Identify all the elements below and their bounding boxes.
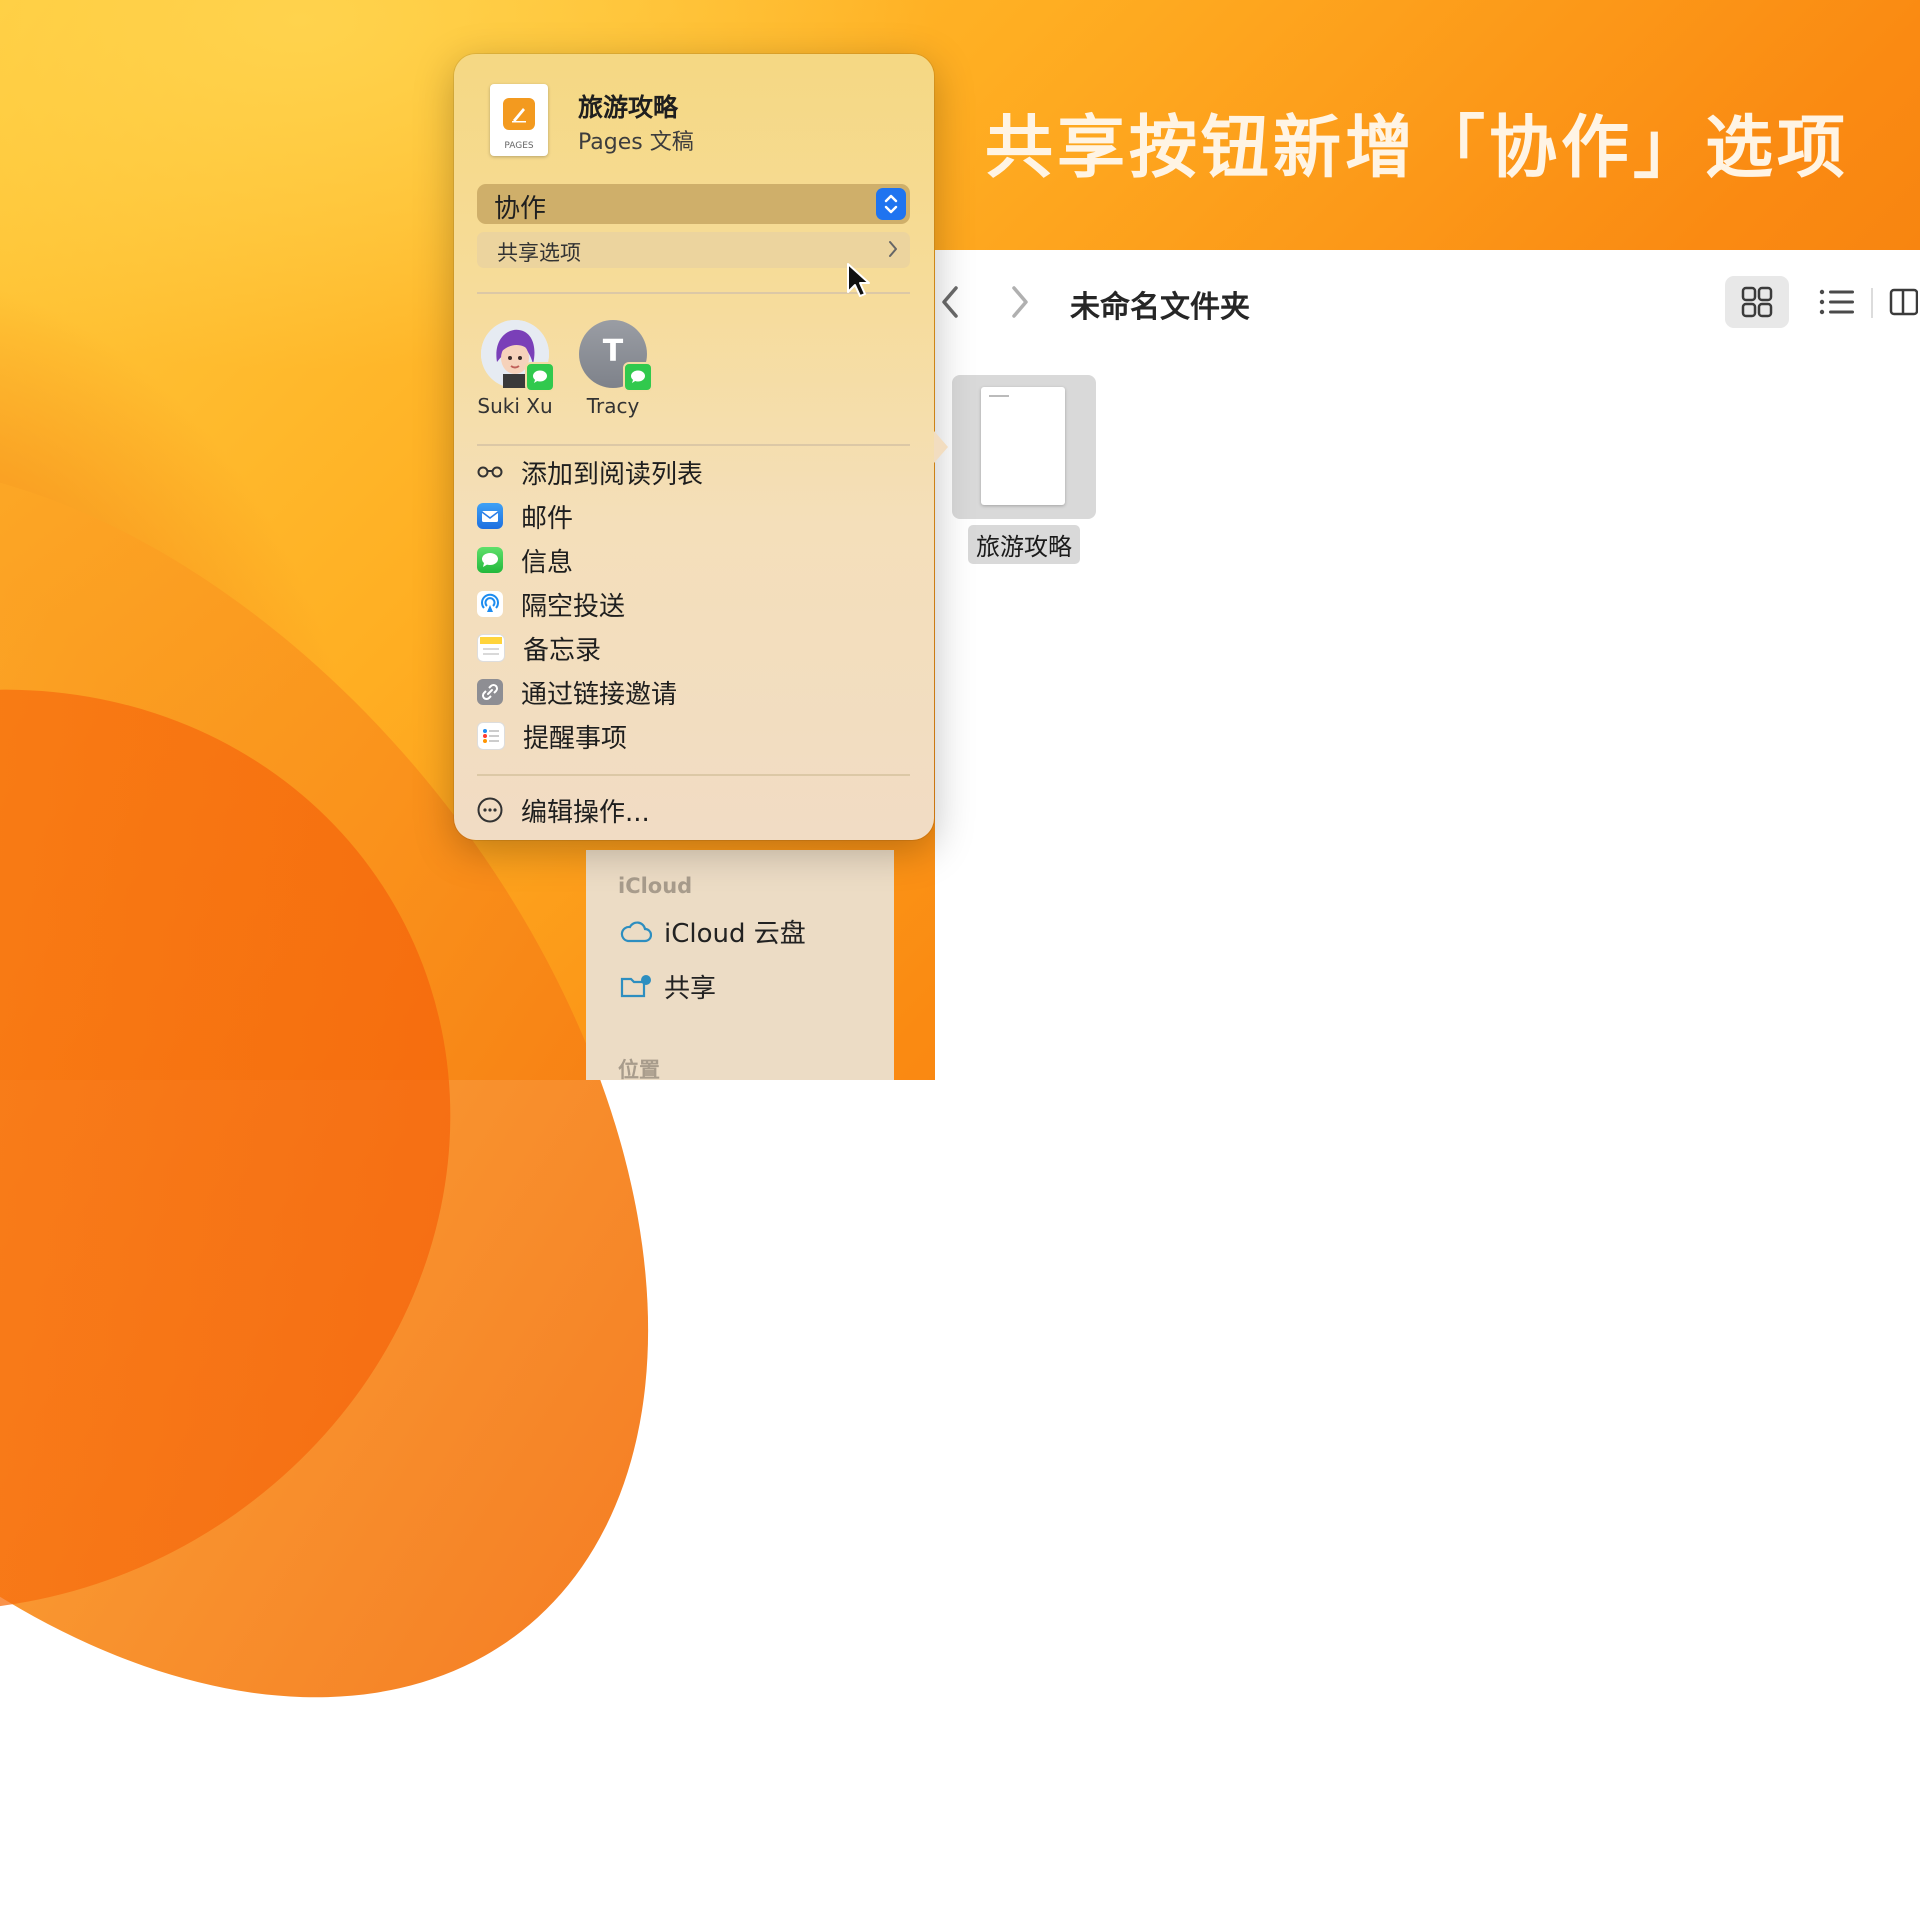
action-label: 备忘录	[523, 635, 602, 666]
sidebar-item-icloud-drive[interactable]: iCloud 云盘	[620, 913, 806, 950]
list-view-button[interactable]	[1805, 276, 1869, 328]
columns-icon	[1889, 288, 1918, 316]
sidebar-section-icloud: iCloud	[618, 874, 693, 898]
document-thumbnail	[981, 387, 1065, 505]
action-label: 添加到阅读列表	[521, 459, 704, 490]
link-icon	[477, 679, 503, 705]
person-tracy[interactable]: T Tracy	[573, 320, 653, 418]
action-reading-list[interactable]: 添加到阅读列表	[477, 452, 703, 492]
list-icon	[1819, 289, 1854, 315]
doc-title: 旅游攻略	[578, 93, 679, 122]
grid-icon	[1741, 286, 1773, 318]
chevron-left-icon	[942, 286, 958, 318]
icon-view-button[interactable]	[1725, 276, 1789, 328]
share-popover: PAGES 旅游攻略 Pages 文稿 协作 共享选项 Suki Xu T Tr…	[454, 54, 948, 840]
action-invite-link[interactable]: 通过链接邀请	[477, 672, 677, 712]
doc-icon-label: PAGES	[504, 141, 534, 151]
cloud-icon	[620, 920, 652, 942]
reading-list-icon	[477, 459, 503, 485]
airdrop-icon	[477, 591, 503, 617]
avatar: T	[579, 320, 653, 392]
file-thumbnail	[952, 375, 1096, 519]
action-label: 编辑操作...	[521, 797, 650, 828]
folder-title: 未命名文件夹	[1070, 290, 1250, 325]
messages-badge-icon	[623, 362, 653, 392]
messages-icon	[477, 547, 503, 573]
collaborate-select[interactable]: 协作	[477, 184, 910, 224]
doc-subtitle: Pages 文稿	[578, 130, 694, 155]
sidebar-item-shared[interactable]: 共享	[620, 968, 716, 1005]
pages-document-icon: PAGES	[490, 84, 548, 156]
action-airdrop[interactable]: 隔空投送	[477, 584, 625, 624]
pen-icon	[503, 98, 535, 130]
finder-toolbar: 未命名文件夹	[935, 250, 1920, 355]
mail-icon	[477, 503, 503, 529]
edit-actions-button[interactable]: 编辑操作...	[477, 790, 650, 830]
action-mail[interactable]: 邮件	[477, 496, 573, 536]
person-name: Tracy	[586, 394, 640, 418]
avatar	[481, 320, 555, 392]
column-view-button[interactable]	[1885, 276, 1920, 328]
updown-chevron-icon	[876, 188, 906, 220]
popover-arrow	[934, 431, 948, 463]
forward-button[interactable]	[1005, 280, 1035, 324]
collaborate-select-value: 协作	[494, 194, 547, 224]
headline-banner: 共享按钮新增「协作」选项	[985, 109, 1850, 188]
sidebar-item-label: 共享	[664, 974, 717, 1004]
action-notes[interactable]: 备忘录	[477, 628, 601, 668]
chevron-right-icon	[1012, 286, 1028, 318]
person-name: Suki Xu	[477, 394, 553, 418]
reminders-icon	[477, 722, 505, 750]
mouse-pointer-icon	[847, 263, 870, 297]
action-reminders[interactable]: 提醒事项	[477, 716, 627, 756]
notes-icon	[477, 634, 505, 662]
action-label: 信息	[521, 547, 574, 578]
action-label: 邮件	[521, 503, 574, 534]
divider	[477, 444, 910, 446]
sidebar-item-label: iCloud 云盘	[664, 919, 806, 949]
action-label: 隔空投送	[521, 591, 626, 622]
action-label: 提醒事项	[523, 723, 628, 754]
messages-badge-icon	[525, 362, 555, 392]
shared-folder-icon	[620, 974, 651, 997]
share-options-label: 共享选项	[497, 241, 581, 265]
finder-sidebar: iCloud iCloud 云盘 共享 位置	[586, 850, 894, 1082]
person-suki-xu[interactable]: Suki Xu	[475, 320, 555, 418]
more-ellipsis-icon	[477, 797, 503, 823]
file-item[interactable]: 旅游攻略	[952, 375, 1096, 564]
file-name: 旅游攻略	[968, 525, 1080, 564]
back-button[interactable]	[935, 280, 965, 324]
chevron-right-icon	[889, 241, 897, 257]
action-messages[interactable]: 信息	[477, 540, 573, 580]
action-label: 通过链接邀请	[521, 679, 678, 710]
divider	[477, 774, 910, 776]
toolbar-divider	[1871, 288, 1873, 318]
